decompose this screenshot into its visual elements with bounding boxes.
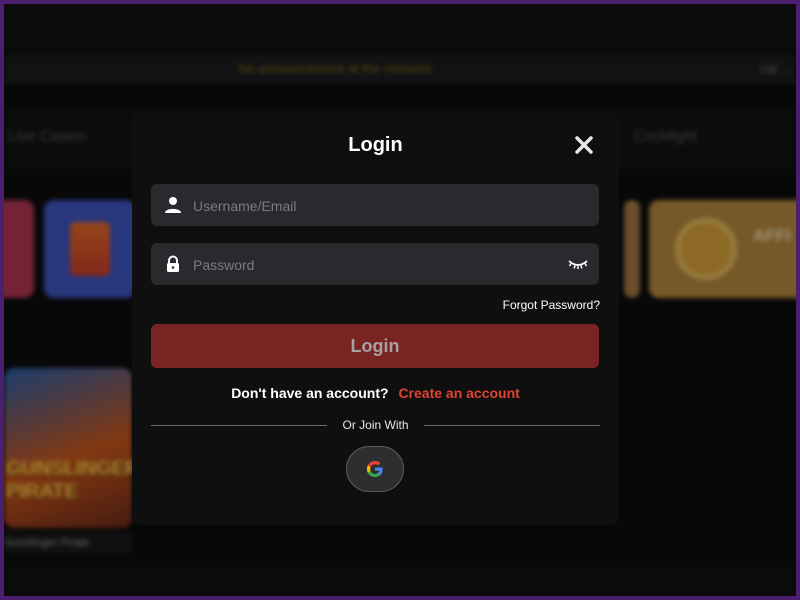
username-input[interactable] [191, 184, 555, 228]
google-login-button[interactable] [346, 446, 404, 492]
user-icon [165, 197, 181, 213]
signup-prompt: Don't have an account? Create an account [132, 385, 619, 401]
create-account-link[interactable]: Create an account [398, 385, 519, 401]
close-button[interactable] [573, 134, 595, 156]
google-icon [367, 461, 383, 477]
password-field [151, 243, 599, 287]
app-frame: No announcement at the moment ca/ ... Li… [4, 4, 796, 596]
or-join-with-text: Or Join With [342, 418, 409, 432]
eye-closed-icon[interactable] [567, 256, 589, 272]
forgot-password-link[interactable]: Forgot Password? [503, 298, 600, 312]
username-field [151, 184, 599, 228]
login-button[interactable]: Login [151, 324, 599, 368]
close-icon [575, 136, 593, 154]
password-input[interactable] [191, 243, 555, 287]
modal-title: Login [348, 134, 403, 156]
lock-icon [167, 255, 179, 272]
no-account-text: Don't have an account? [231, 385, 389, 401]
login-modal: Login Forgot Passwor [132, 112, 619, 525]
